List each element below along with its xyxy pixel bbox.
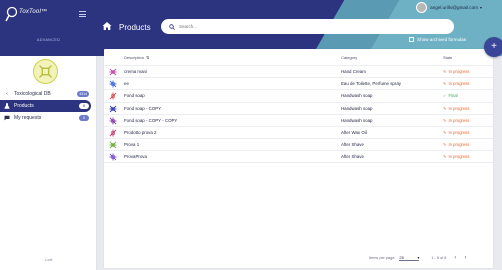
sidebar-header: ToxTool™ ADVANCED	[0, 0, 97, 56]
edition-label: ADVANCED	[36, 38, 61, 42]
sidebar-item-products[interactable]: Products 8	[0, 100, 91, 112]
progress-icon: ✎	[443, 69, 447, 75]
page-range: 1 - 8 of 8	[431, 256, 447, 260]
cell-description: ProvaProva	[124, 153, 147, 159]
cell-category: Handwash soap	[341, 105, 373, 111]
table-row[interactable]: crema mani Hand Cream ✎ In progress	[104, 65, 493, 77]
show-archived-label[interactable]: Show archived formulas	[417, 37, 466, 42]
next-page-button[interactable]: ›	[464, 255, 466, 261]
progress-icon: ✎	[443, 153, 447, 159]
product-thumbnail-icon	[109, 105, 117, 112]
status-badge: ✎ In progress	[443, 117, 470, 123]
sidebar-item-label: Products	[14, 103, 34, 109]
cell-category: Hand Cream	[341, 69, 366, 75]
top-header: angel.urillo@gmail.com ▾ Products Show a…	[97, 0, 502, 56]
sort-icon[interactable]: ⇅	[146, 55, 149, 60]
table-row[interactable]: Prova 1 After Shave ✎ In progress	[104, 138, 493, 150]
pagination: Items per page: 25 ▾ 1 - 8 of 8 ‹ ›	[369, 255, 466, 261]
progress-icon: ✎	[443, 105, 447, 111]
cell-description: Prova 1	[124, 142, 140, 148]
count-badge: 0	[79, 115, 89, 121]
chevron-left-icon: ‹	[6, 91, 8, 97]
product-avatar	[33, 59, 58, 84]
cell-description: Prodotto prova 2	[124, 130, 157, 136]
product-thumbnail-icon	[109, 68, 117, 76]
product-thumbnail-icon	[109, 80, 117, 88]
home-icon	[102, 22, 112, 30]
cell-description: ee	[124, 81, 129, 87]
cell-category: After Shave	[341, 153, 364, 159]
cell-description: Fond soap - COPY - COPY	[124, 117, 178, 123]
progress-icon: ✎	[443, 130, 447, 136]
search-bar[interactable]	[161, 19, 454, 34]
count-badge: 8	[79, 103, 89, 109]
flask-icon	[4, 103, 10, 109]
progress-icon: ✎	[443, 81, 447, 87]
page-title: Products	[119, 23, 151, 32]
table-row[interactable]: Fond soap Handwash soap ✓ Final	[104, 89, 493, 101]
sidebar-item-label: My requests	[14, 115, 42, 121]
sidebar-footer: Lunit	[44, 258, 53, 262]
add-product-button[interactable]: +	[484, 37, 502, 57]
items-per-page-label: Items per page:	[369, 256, 396, 260]
cell-category: Eau de Toilette, Perfume spray	[341, 81, 401, 87]
table-body: crema mani Hand Cream ✎ In progress ee Eau d…	[104, 65, 493, 163]
product-thumbnail-icon	[109, 141, 117, 149]
chat-icon	[4, 115, 10, 121]
user-email[interactable]: angel.urillo@gmail.com	[430, 5, 478, 10]
product-thumbnail-icon	[109, 153, 117, 161]
product-thumbnail-icon	[109, 117, 117, 125]
sidebar-item-my-requests[interactable]: My requests 0	[0, 112, 97, 124]
progress-icon: ✎	[443, 117, 447, 123]
user-avatar[interactable]	[416, 2, 428, 13]
table-row[interactable]: Fond soap - COPY - COPY Handwash soap ✎ In …	[104, 113, 493, 126]
status-badge: ✎ In progress	[443, 153, 470, 159]
logo-text: ToxTool™	[19, 9, 48, 15]
table-row[interactable]: Fond soap - COPY Handwash soap ✎ In progres…	[104, 101, 493, 114]
status-badge: ✓ Final	[443, 93, 458, 99]
table-row[interactable]: ee Eau de Toilette, Perfume spray ✎ In prog…	[104, 77, 493, 89]
previous-page-button[interactable]: ‹	[454, 255, 456, 261]
product-thumbnail-icon	[109, 92, 117, 100]
sidebar-nav: ‹ Toxicological DB 4314 Products 8 My re…	[0, 88, 97, 124]
column-header-category: Category	[341, 54, 358, 60]
cell-category: Handwash soap	[341, 93, 373, 99]
check-icon: ✓	[443, 93, 447, 99]
status-badge: ✎ In progress	[443, 130, 470, 136]
status-badge: ✎ In progress	[443, 142, 470, 148]
show-archived-checkbox[interactable]	[409, 37, 414, 42]
cell-category: After Wax Oil	[341, 130, 367, 136]
product-thumbnail-icon	[109, 129, 117, 137]
products-table: Description ⇅ Category State crema mani Ha…	[104, 49, 493, 268]
sidebar: ToxTool™ ADVANCED ‹ Toxicological DB 431…	[0, 0, 97, 270]
cell-description: Fond soap - COPY	[124, 105, 162, 111]
table-row[interactable]: ProvaProva After Shave ✎ In progress	[104, 150, 493, 163]
status-badge: ✎ In progress	[443, 81, 470, 87]
progress-icon: ✎	[443, 142, 447, 148]
user-menu[interactable]: angel.urillo@gmail.com ▾	[416, 2, 482, 13]
cell-description: crema mani	[124, 69, 147, 75]
cell-category: After Shave	[341, 142, 364, 148]
sidebar-item-toxicological-db[interactable]: ‹ Toxicological DB 4314	[0, 88, 97, 100]
count-badge: 4314	[77, 91, 89, 97]
menu-icon[interactable]	[79, 11, 86, 17]
chevron-down-icon: ▾	[417, 255, 420, 260]
app-root: angel.urillo@gmail.com ▾ Products Show a…	[0, 0, 502, 270]
search-icon	[169, 23, 175, 30]
cell-description: Fond soap	[124, 93, 145, 99]
column-header-state: State	[443, 54, 453, 60]
status-badge: ✎ In progress	[443, 69, 470, 75]
cell-category: Handwash soap	[341, 117, 373, 123]
table-header: Description ⇅ Category State	[104, 52, 493, 62]
search-input[interactable]	[179, 24, 419, 29]
table-row[interactable]: Prodotto prova 2 After Wax Oil ✎ In progres…	[104, 125, 493, 138]
sidebar-item-label: Toxicological DB	[14, 91, 51, 97]
logo-magnifier-icon	[5, 6, 18, 22]
status-badge: ✎ In progress	[443, 105, 470, 111]
chevron-down-icon[interactable]: ▾	[480, 5, 482, 10]
items-per-page-select[interactable]: 25 ▾	[399, 255, 420, 261]
show-archived-toggle[interactable]: Show archived formulas	[409, 37, 466, 42]
column-header-description[interactable]: Description ⇅	[124, 55, 149, 60]
